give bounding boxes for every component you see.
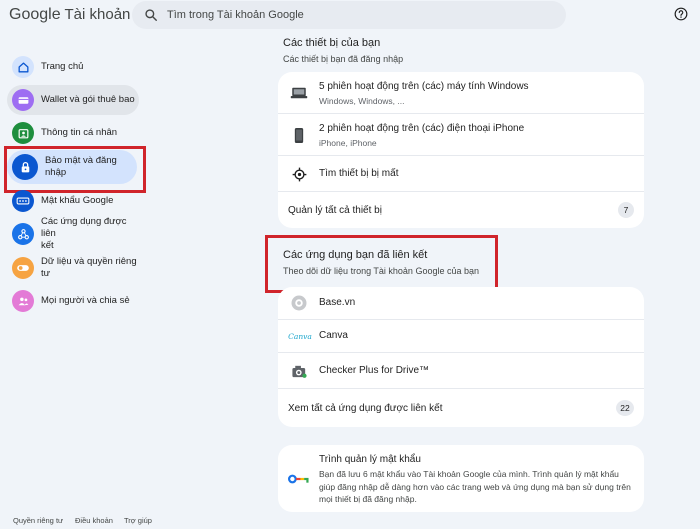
linked-app-row-base[interactable]: Base.vn bbox=[278, 287, 644, 320]
sidebar-item-label: Thông tin cá nhân bbox=[41, 127, 118, 138]
search-icon bbox=[145, 9, 157, 21]
canva-logo-icon: Canva bbox=[288, 327, 312, 345]
password-manager-card[interactable]: Trình quản lý mật khẩu Bạn đã lưu 6 mật … bbox=[278, 445, 644, 512]
sidebar-item-personal-info[interactable]: Thông tin cá nhân bbox=[7, 118, 127, 148]
sidebar-item-label: Mọi người và chia sẻ bbox=[41, 295, 130, 306]
highlight-box-linked-apps bbox=[265, 235, 498, 293]
password-icon bbox=[12, 190, 34, 212]
sidebar-item-google-password[interactable]: Mật khẩu Google bbox=[7, 186, 125, 216]
search-input[interactable]: Tìm trong Tài khoản Google bbox=[167, 9, 304, 21]
sidebar-item-label: Dữ liệu và quyền riêng tư bbox=[41, 256, 137, 279]
sidebar-item-people-sharing[interactable]: Mọi người và chia sẻ bbox=[7, 286, 131, 316]
device-subtitle: Windows, Windows, ... bbox=[319, 96, 405, 106]
laptop-icon bbox=[290, 84, 308, 102]
device-row-windows[interactable]: 5 phiên hoạt động trên (các) máy tính Wi… bbox=[278, 72, 644, 114]
sidebar-item-label: Mật khẩu Google bbox=[41, 195, 114, 206]
locate-icon bbox=[290, 165, 308, 183]
linked-app-name: Checker Plus for Drive™ bbox=[319, 365, 430, 376]
sidebar-item-label: Trang chủ bbox=[41, 61, 84, 72]
key-icon bbox=[288, 472, 310, 484]
sidebar-item-label: Wallet và gói thuê bao bbox=[41, 94, 135, 105]
see-all-linked-apps-row[interactable]: Xem tất cả ứng dụng được liên kết 22 bbox=[278, 389, 644, 427]
device-subtitle: iPhone, iPhone bbox=[319, 138, 377, 148]
device-title: 2 phiên hoạt động trên (các) điện thoại … bbox=[319, 123, 525, 134]
sidebar-item-label-line1: Các ứng dụng được liên bbox=[41, 216, 127, 239]
linked-apps-card: Base.vn Canva Canva Checker Plus for Dri… bbox=[278, 287, 644, 427]
linked-app-row-canva[interactable]: Canva Canva bbox=[278, 320, 644, 353]
manage-all-devices-link: Quản lý tất cả thiết bị bbox=[288, 205, 382, 216]
help-icon[interactable] bbox=[674, 7, 688, 21]
base-vn-icon bbox=[290, 294, 308, 312]
devices-section-subtitle: Các thiết bị bạn đã đăng nhập bbox=[283, 54, 404, 64]
toggle-icon bbox=[12, 257, 34, 279]
device-row-iphone[interactable]: 2 phiên hoạt động trên (các) điện thoại … bbox=[278, 114, 644, 156]
devices-card: 5 phiên hoạt động trên (các) máy tính Wi… bbox=[278, 72, 644, 228]
top-bar: Google Tài khoản Tìm trong Tài khoản Goo… bbox=[0, 0, 700, 32]
password-manager-description: Bạn đã lưu 6 mật khẩu vào Tài khoản Goog… bbox=[319, 469, 631, 504]
linked-app-row-checker-plus[interactable]: Checker Plus for Drive™ bbox=[278, 353, 644, 389]
sidebar-item-home[interactable]: Trang chủ bbox=[7, 52, 119, 82]
id-card-icon bbox=[12, 122, 34, 144]
sidebar-item-connected-apps[interactable]: Các ứng dụng được liên kết bbox=[7, 216, 137, 252]
devices-count-badge: 7 bbox=[618, 202, 634, 218]
devices-section-title: Các thiết bị của bạn bbox=[283, 37, 381, 49]
home-icon bbox=[12, 56, 34, 78]
linked-apps-count-badge: 22 bbox=[616, 400, 634, 416]
manage-all-devices-row[interactable]: Quản lý tất cả thiết bị 7 bbox=[278, 192, 644, 228]
device-title: Tìm thiết bị bị mất bbox=[319, 168, 399, 179]
wallet-icon bbox=[12, 89, 34, 111]
checker-plus-icon bbox=[290, 362, 308, 380]
people-icon bbox=[12, 290, 34, 312]
device-title: 5 phiên hoạt động trên (các) máy tính Wi… bbox=[319, 81, 529, 92]
see-all-linked-apps-link: Xem tất cả ứng dụng được liên kết bbox=[288, 403, 443, 414]
find-lost-device-row[interactable]: Tìm thiết bị bị mất bbox=[278, 156, 644, 192]
sidebar-item-data-privacy[interactable]: Dữ liệu và quyền riêng tư bbox=[7, 253, 147, 283]
google-account-logo[interactable]: Google Tài khoản bbox=[9, 6, 130, 24]
footer-terms-link[interactable]: Điều khoản bbox=[75, 516, 113, 525]
search-box[interactable]: Tìm trong Tài khoản Google bbox=[132, 1, 566, 29]
sidebar-item-label-line2: kết bbox=[41, 240, 54, 251]
phone-icon bbox=[290, 126, 308, 144]
logo-account-text: Tài khoản bbox=[64, 6, 131, 23]
sidebar-item-wallet[interactable]: Wallet và gói thuê bao bbox=[7, 85, 139, 115]
connected-apps-icon bbox=[12, 223, 34, 245]
logo-google-text: Google bbox=[9, 6, 61, 23]
footer-privacy-link[interactable]: Quyền riêng tư bbox=[13, 516, 63, 525]
password-manager-title: Trình quản lý mật khẩu bbox=[319, 454, 421, 465]
canva-logo-text: Canva bbox=[288, 331, 312, 341]
sidebar-item-label: Các ứng dụng được liên kết bbox=[41, 216, 137, 252]
linked-app-name: Base.vn bbox=[319, 297, 356, 308]
linked-app-name: Canva bbox=[319, 330, 348, 341]
footer-help-link[interactable]: Trợ giúp bbox=[124, 516, 152, 525]
